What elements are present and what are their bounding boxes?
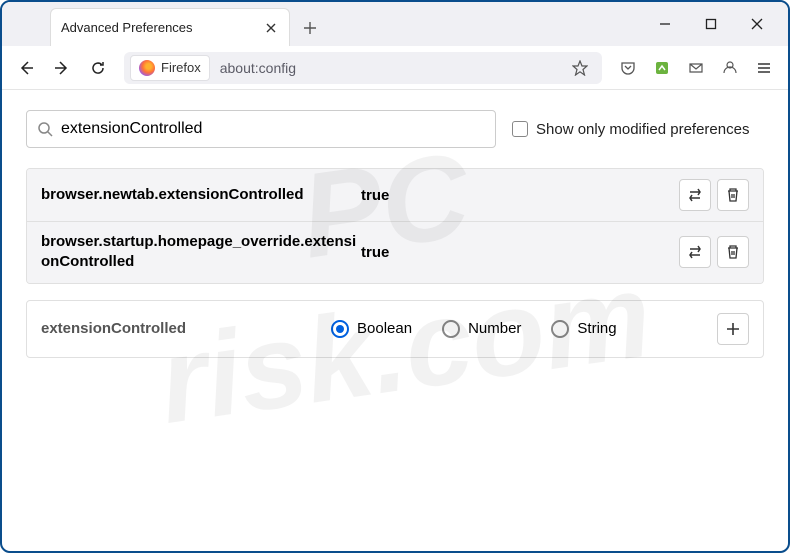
search-row: Show only modified preferences (26, 110, 764, 148)
show-modified-toggle[interactable]: Show only modified preferences (512, 121, 749, 138)
swap-icon (687, 187, 703, 203)
pref-value: true (361, 244, 679, 261)
maximize-button[interactable] (688, 2, 734, 46)
identity-box[interactable]: Firefox (130, 55, 210, 81)
delete-button[interactable] (717, 179, 749, 211)
delete-button[interactable] (717, 236, 749, 268)
toggle-button[interactable] (679, 179, 711, 211)
reload-icon (90, 60, 106, 76)
toggle-button[interactable] (679, 236, 711, 268)
search-box[interactable] (26, 110, 496, 148)
radio-boolean[interactable]: Boolean (331, 320, 412, 338)
pref-name: browser.newtab.extensionControlled (41, 185, 361, 205)
star-icon (572, 60, 588, 76)
extension-button[interactable] (646, 52, 678, 84)
arrow-right-icon (54, 60, 70, 76)
close-icon (266, 23, 276, 33)
checkbox-icon[interactable] (512, 121, 528, 137)
pref-row[interactable]: browser.startup.homepage_override.extens… (27, 222, 763, 283)
hamburger-icon (756, 60, 772, 76)
radio-string[interactable]: String (551, 320, 616, 338)
pref-table: browser.newtab.extensionControlled true … (26, 168, 764, 284)
forward-button[interactable] (46, 52, 78, 84)
firefox-logo-icon (139, 60, 155, 76)
menu-button[interactable] (748, 52, 780, 84)
url-bar[interactable]: Firefox about:config (124, 52, 602, 84)
window-controls (642, 2, 788, 46)
url-text: about:config (220, 60, 296, 76)
new-pref-name: extensionControlled (41, 320, 331, 337)
search-icon (37, 121, 53, 137)
back-button[interactable] (10, 52, 42, 84)
radio-icon (331, 320, 349, 338)
maximize-icon (705, 18, 717, 30)
trash-icon (725, 187, 741, 203)
swap-icon (687, 244, 703, 260)
new-tab-button[interactable] (296, 10, 324, 46)
bookmark-button[interactable] (564, 52, 596, 84)
add-pref-row: extensionControlled Boolean Number Strin… (26, 300, 764, 358)
close-tab-button[interactable] (263, 20, 279, 36)
account-button[interactable] (714, 52, 746, 84)
trash-icon (725, 244, 741, 260)
radio-label: Boolean (357, 320, 412, 337)
radio-label: String (577, 320, 616, 337)
search-input[interactable] (61, 120, 485, 138)
pocket-button[interactable] (612, 52, 644, 84)
arrow-left-icon (18, 60, 34, 76)
close-icon (751, 18, 763, 30)
checkbox-label: Show only modified preferences (536, 121, 749, 138)
pref-row[interactable]: browser.newtab.extensionControlled true (27, 169, 763, 222)
close-window-button[interactable] (734, 2, 780, 46)
plus-icon (303, 21, 317, 35)
pocket-icon (620, 60, 636, 76)
minimize-icon (659, 18, 671, 30)
add-button[interactable] (717, 313, 749, 345)
identity-label: Firefox (161, 60, 201, 75)
about-config-content: Show only modified preferences browser.n… (2, 90, 788, 378)
mail-button[interactable] (680, 52, 712, 84)
browser-tab[interactable]: Advanced Preferences (50, 8, 290, 46)
minimize-button[interactable] (642, 2, 688, 46)
plus-icon (726, 322, 740, 336)
reload-button[interactable] (82, 52, 114, 84)
addon-icon (654, 60, 670, 76)
radio-number[interactable]: Number (442, 320, 521, 338)
account-icon (722, 60, 738, 76)
pref-value: true (361, 187, 679, 204)
tab-title: Advanced Preferences (61, 20, 193, 35)
radio-label: Number (468, 320, 521, 337)
pref-name: browser.startup.homepage_override.extens… (41, 232, 361, 273)
mail-icon (688, 60, 704, 76)
titlebar: Advanced Preferences (2, 2, 788, 46)
toolbar: Firefox about:config (2, 46, 788, 90)
radio-icon (551, 320, 569, 338)
type-radio-group: Boolean Number String (331, 320, 717, 338)
radio-icon (442, 320, 460, 338)
